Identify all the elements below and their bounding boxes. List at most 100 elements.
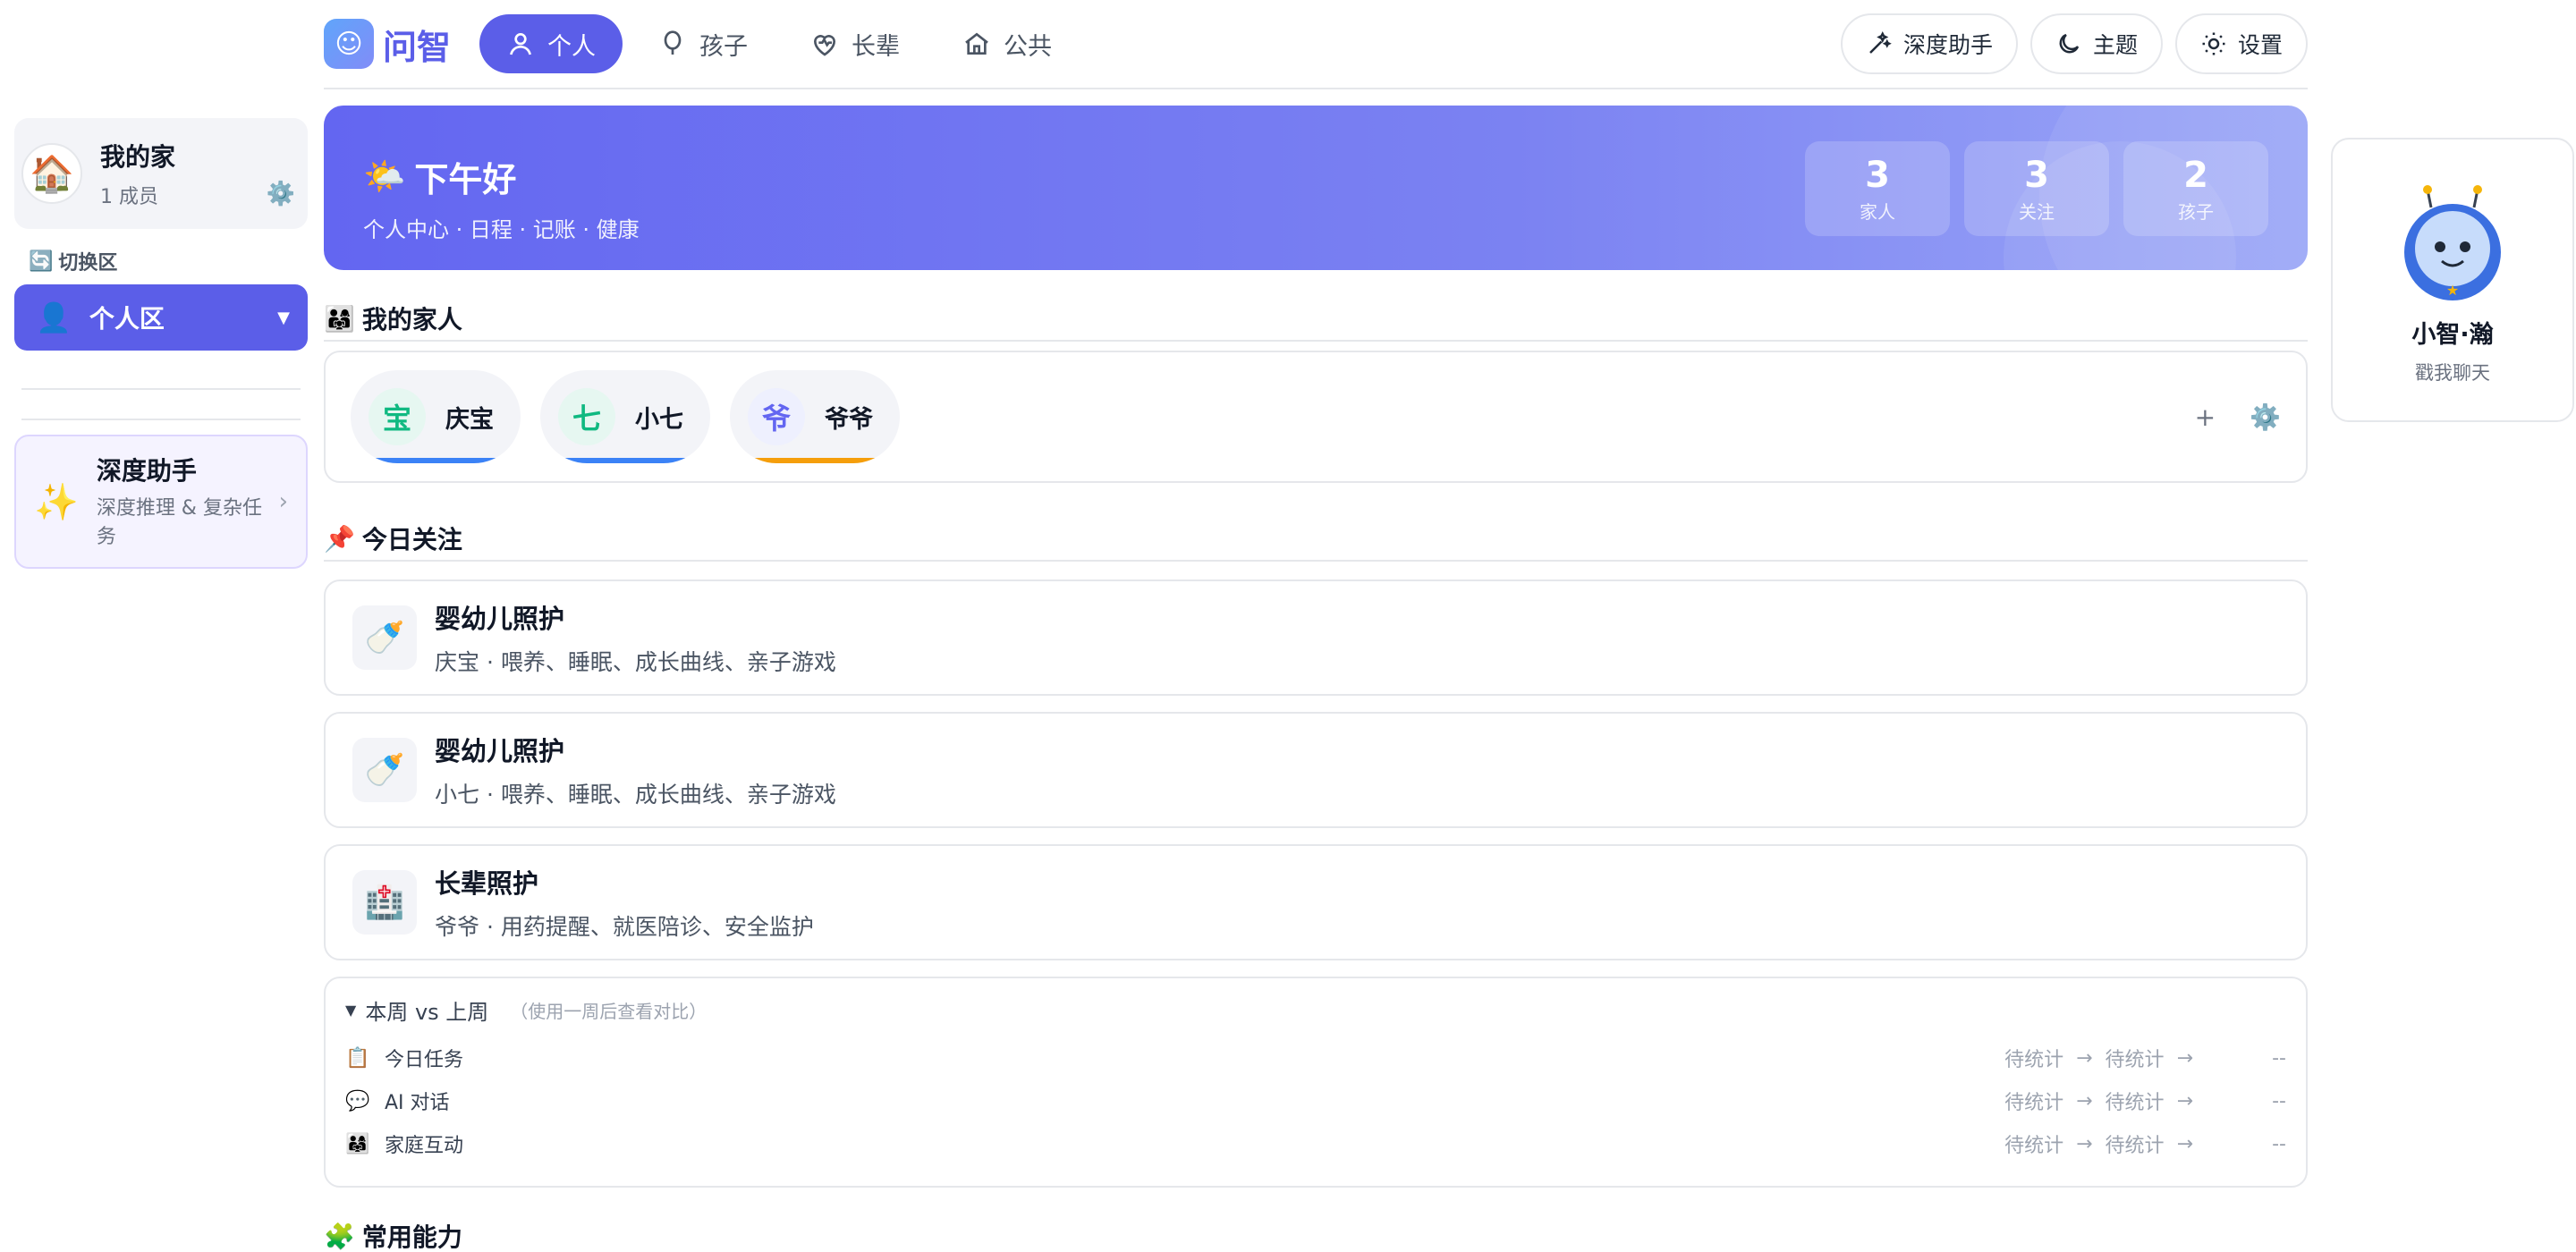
sparkles-icon: ✨ [34, 481, 79, 523]
focus-item-subtitle: 庆宝 · 喂养、睡眠、成长曲线、亲子游戏 [435, 649, 836, 675]
gear-icon[interactable]: ⚙️ [2250, 402, 2281, 432]
focus-item-subtitle: 爷爷 · 用药提醒、就医陪诊、安全监护 [435, 914, 814, 940]
member-chip[interactable]: 七 小七 [540, 370, 710, 463]
compare-title: 本周 vs 上周 [365, 1000, 489, 1025]
tab-bar: 个人 孩子 长辈 公共 [479, 14, 1079, 73]
baby-bottle-icon: 🍼 [352, 605, 417, 670]
heart-pulse-icon [814, 35, 836, 56]
greeting-text: 下午好 [414, 160, 517, 199]
add-member-button[interactable]: + [2195, 402, 2216, 432]
theme-button[interactable]: 主题 [2029, 13, 2163, 74]
robot-icon: ★ [2404, 185, 2501, 300]
gear-icon[interactable]: ⚙️ [267, 181, 295, 207]
house-icon: 🏠 [21, 143, 82, 204]
focus-item-title: 婴幼儿照护 [435, 604, 565, 634]
family-section-title: 👨‍👩‍👧 我的家人 [324, 297, 2308, 342]
tab-children[interactable]: 孩子 [631, 14, 775, 73]
main-content: 🌤️ 下午好 个人中心 · 日程 · 记账 · 健康 3 家人 3 关注 2 孩… [324, 106, 2308, 1252]
stat-children[interactable]: 2 孩子 [2123, 141, 2268, 236]
weekly-compare-panel: ▼ 本周 vs 上周 （使用一周后查看对比） 📋 今日任务 待统计 → 待统计 → … [324, 977, 2308, 1188]
focus-item[interactable]: 🍼 婴幼儿照护 小七 · 喂养、睡眠、成长曲线、亲子游戏 [324, 712, 2308, 828]
caret-down-icon: ▼ [345, 1002, 357, 1019]
tab-label: 公共 [1004, 32, 1053, 61]
avatar: 爷 [748, 388, 805, 445]
home-name: 我的家 [100, 142, 176, 172]
sparkle-wand-icon [1869, 30, 1892, 54]
sidebar: 🏠 我的家 1 成员 ⚙️ 🔄 切换区 👤 个人区 ▼ ✨ 深度助手 深度推理 … [14, 118, 308, 569]
focus-item[interactable]: 🏥 长辈照护 爷爷 · 用药提醒、就医陪诊、安全监护 [324, 844, 2308, 960]
stats-group: 3 家人 3 关注 2 孩子 [1805, 141, 2268, 236]
family-members-card: 宝 庆宝 七 小七 爷 爷爷 + ⚙️ [324, 351, 2308, 483]
sun-cloud-icon: 🌤️ [363, 156, 406, 196]
compare-row: 💬 AI 对话 待统计 → 待统计 → -- [345, 1089, 2286, 1115]
zone-select[interactable]: 👤 个人区 ▼ [14, 284, 308, 351]
settings-label: 设置 [2237, 32, 2283, 58]
puzzle-icon: 🧩 [324, 1221, 355, 1251]
refresh-icon: 🔄 [29, 250, 54, 273]
compare-row: 📋 今日任务 待统计 → 待统计 → -- [345, 1046, 2286, 1072]
deep-assistant-label: 深度助手 [1902, 32, 1993, 58]
pushpin-icon: 📌 [324, 523, 355, 554]
focus-item-title: 长辈照护 [435, 868, 539, 899]
deep-assistant-card[interactable]: ✨ 深度助手 深度推理 & 复杂任务 › [14, 435, 308, 569]
clipboard-icon: 📋 [345, 1046, 370, 1070]
tab-public[interactable]: 公共 [936, 14, 1079, 73]
divider [21, 388, 301, 390]
robot-logo-icon: ☺ [324, 19, 374, 69]
chevron-right-icon: › [278, 488, 288, 515]
focus-item-title: 婴幼儿照护 [435, 736, 565, 766]
avatar: 七 [558, 388, 615, 445]
compare-toggle[interactable]: ▼ 本周 vs 上周 （使用一周后查看对比） [345, 994, 2286, 1026]
member-chip[interactable]: 宝 庆宝 [351, 370, 521, 463]
greeting-banner: 🌤️ 下午好 个人中心 · 日程 · 记账 · 健康 3 家人 3 关注 2 孩… [324, 106, 2308, 270]
assistant-card[interactable]: ★ 小智·瀚 戳我聊天 [2331, 138, 2574, 422]
baby-bottle-icon: 🍼 [352, 738, 417, 802]
tab-personal[interactable]: 个人 [479, 14, 623, 73]
focus-item-subtitle: 小七 · 喂养、睡眠、成长曲线、亲子游戏 [435, 782, 836, 808]
assistant-name: 小智·瀚 [2411, 321, 2494, 349]
deep-card-subtitle: 深度推理 & 复杂任务 [96, 497, 262, 548]
logo[interactable]: ☺ 问智 [324, 19, 451, 69]
home-member-count: 1 成员 [100, 186, 158, 208]
member-name: 庆宝 [445, 405, 494, 434]
member-chip[interactable]: 爷 爷爷 [730, 370, 900, 463]
abilities-section-title: 🧩 常用能力 [324, 1221, 462, 1252]
avatar: 宝 [369, 388, 426, 445]
person-icon: 👤 [36, 300, 72, 334]
sun-icon [2202, 32, 2225, 55]
tab-label: 长辈 [852, 32, 901, 61]
person-icon [510, 33, 531, 55]
compare-hint: （使用一周后查看对比） [510, 1001, 708, 1022]
family-icon: 👨‍👩‍👧 [345, 1132, 370, 1155]
family-icon: 👨‍👩‍👧 [324, 303, 355, 334]
top-nav: ☺ 问智 个人 孩子 长辈 公共 深度助手 主题 设置 [324, 0, 2308, 89]
deep-assistant-button[interactable]: 深度助手 [1840, 13, 2018, 74]
tab-label: 孩子 [699, 32, 749, 61]
switch-zone-label: 🔄 切换区 [29, 250, 118, 275]
theme-label: 主题 [2092, 32, 2138, 58]
zone-label: 个人区 [89, 304, 165, 334]
deep-card-title: 深度助手 [96, 456, 197, 486]
balloon-icon [664, 30, 682, 55]
member-name: 爷爷 [825, 405, 873, 434]
home-card[interactable]: 🏠 我的家 1 成员 ⚙️ [14, 118, 308, 229]
stat-family[interactable]: 3 家人 [1805, 141, 1950, 236]
tab-elders[interactable]: 长辈 [784, 14, 927, 73]
svg-text:★: ★ [2446, 282, 2459, 299]
tab-label: 个人 [547, 32, 597, 61]
hospital-icon: 🏥 [352, 870, 417, 935]
caret-down-icon: ▼ [277, 308, 290, 327]
home-icon [965, 32, 988, 55]
member-name: 小七 [635, 405, 683, 434]
stat-focus[interactable]: 3 关注 [1964, 141, 2109, 236]
logo-text: 问智 [383, 27, 452, 67]
nav-actions: 深度助手 主题 设置 [1840, 13, 2308, 74]
divider [21, 419, 301, 420]
assistant-subtitle: 戳我聊天 [2415, 362, 2490, 384]
speech-bubble-icon: 💬 [345, 1089, 370, 1112]
compare-row: 👨‍👩‍👧 家庭互动 待统计 → 待统计 → -- [345, 1132, 2286, 1158]
settings-button[interactable]: 设置 [2174, 13, 2308, 74]
focus-item[interactable]: 🍼 婴幼儿照护 庆宝 · 喂养、睡眠、成长曲线、亲子游戏 [324, 579, 2308, 696]
moon-icon [2059, 33, 2080, 54]
focus-section-title: 📌 今日关注 [324, 517, 2308, 562]
